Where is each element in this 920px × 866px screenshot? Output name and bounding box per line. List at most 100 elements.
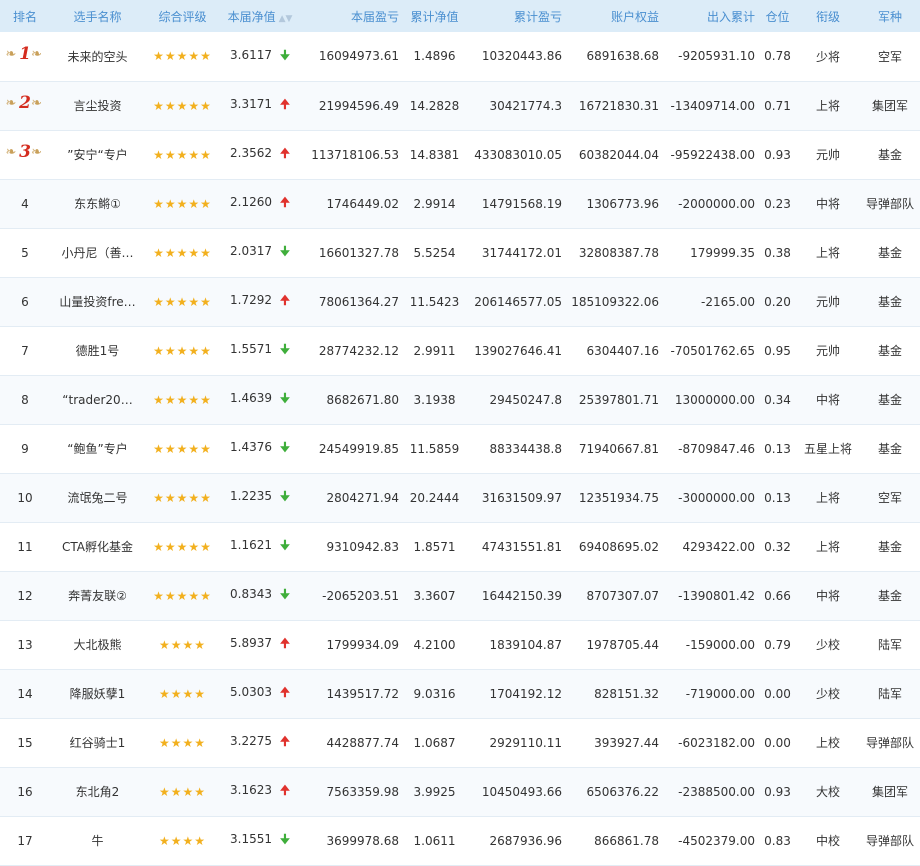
player-name[interactable]: “鲍鱼”专户 bbox=[50, 424, 145, 473]
player-name[interactable]: 红谷骑士1 bbox=[50, 718, 145, 767]
position-cell: 0.38 bbox=[764, 245, 791, 260]
rating-stars: ★★★★★ bbox=[153, 49, 212, 64]
player-name[interactable]: 流氓兔二号 bbox=[50, 473, 145, 522]
table-row[interactable]: 13 大北极熊 ★★★★ 5.8937 🠉 1799934.09 4.2100 1839104… bbox=[0, 620, 920, 669]
inout-cell: -3000000.00 bbox=[678, 490, 755, 505]
equity-cell: 1978705.44 bbox=[586, 637, 659, 652]
rating-stars: ★★★★★ bbox=[153, 98, 212, 113]
header-cum-profit[interactable]: 累计盈亏 bbox=[466, 0, 566, 32]
header-profit[interactable]: 本届盈亏 bbox=[300, 0, 403, 32]
ranking-table: 排名 选手名称 综合评级 本届净值 ▲▼ 本届盈亏 累计净值 累计盈亏 账户权益 … bbox=[0, 0, 920, 866]
rating-stars: ★★★★★ bbox=[153, 539, 212, 554]
table-row[interactable]: 4 东东鳉① ★★★★★ 2.1260 🠉 1746449.02 2.9914 1479156… bbox=[0, 179, 920, 228]
table-row[interactable]: ❧ 3 ❧ ”安宁“专户 ★★★★★ 2.3562 🠉 113718106.53 14.8381… bbox=[0, 130, 920, 179]
army-cell: 基金 bbox=[877, 442, 902, 456]
nav-value: 5.8937 bbox=[230, 636, 273, 650]
player-name[interactable]: 德胜1号 bbox=[50, 326, 145, 375]
table-row[interactable]: 8 “trader20… ★★★★★ 1.4639 🠋 8682671.80 3.1938 2… bbox=[0, 375, 920, 424]
nav-cell: 3.6117 🠋 bbox=[220, 32, 300, 81]
player-name[interactable]: 降服妖孽1 bbox=[50, 669, 145, 718]
player-name[interactable]: 东东鳉① bbox=[50, 179, 145, 228]
header-position[interactable]: 仓位 bbox=[759, 0, 796, 32]
player-name[interactable]: 山量投资fre… bbox=[50, 277, 145, 326]
title-cell: 中将 bbox=[815, 589, 840, 603]
player-name[interactable]: 牛 bbox=[50, 816, 145, 865]
position-cell: 0.66 bbox=[764, 588, 791, 603]
army-cell: 导弹部队 bbox=[865, 834, 914, 848]
header-title[interactable]: 衔级 bbox=[796, 0, 860, 32]
title-cell: 大校 bbox=[815, 785, 840, 799]
player-name[interactable]: “trader20… bbox=[50, 375, 145, 424]
cum-nav-cell: 2.9911 bbox=[413, 343, 456, 358]
nav-value: 3.6117 bbox=[230, 47, 273, 62]
inout-cell: -4502379.00 bbox=[678, 833, 755, 848]
inout-cell: -13409714.00 bbox=[670, 98, 756, 113]
header-rating[interactable]: 综合评级 bbox=[145, 0, 220, 32]
equity-cell: 16721830.31 bbox=[578, 98, 659, 113]
nav-value: 1.7292 bbox=[230, 293, 273, 307]
cum-nav-cell: 1.4896 bbox=[413, 49, 456, 64]
cum-nav-cell: 3.3607 bbox=[413, 588, 456, 603]
header-rank[interactable]: 排名 bbox=[0, 0, 50, 32]
medal-icon: ❧ 1 ❧ bbox=[4, 43, 46, 67]
title-cell: 上将 bbox=[815, 99, 840, 113]
header-equity[interactable]: 账户权益 bbox=[566, 0, 663, 32]
table-row[interactable]: 17 牛 ★★★★ 3.1551 🠋 3699978.68 1.0611 2687936.96… bbox=[0, 816, 920, 865]
header-nav[interactable]: 本届净值 ▲▼ bbox=[220, 0, 300, 32]
table-row[interactable]: 5 小丹尼（善… ★★★★★ 2.0317 🠋 16601327.78 5.5254 3174… bbox=[0, 228, 920, 277]
table-row[interactable]: 16 东北角2 ★★★★ 3.1623 🠉 7563359.98 3.9925 1045049… bbox=[0, 767, 920, 816]
inout-cell: 179999.35 bbox=[690, 245, 755, 260]
player-name[interactable]: 东北角2 bbox=[50, 767, 145, 816]
cum-profit-cell: 10450493.66 bbox=[481, 784, 562, 799]
title-cell: 元帅 bbox=[815, 148, 840, 162]
header-army[interactable]: 军种 bbox=[860, 0, 920, 32]
nav-value: 5.0303 bbox=[230, 685, 273, 699]
title-cell: 上将 bbox=[815, 491, 840, 505]
player-name[interactable]: CTA孵化基金 bbox=[50, 522, 145, 571]
rating-stars: ★★★★★ bbox=[153, 392, 212, 407]
title-cell: 中校 bbox=[815, 834, 840, 848]
table-row[interactable]: 9 “鲍鱼”专户 ★★★★★ 1.4376 🠋 24549919.85 11.5859 883… bbox=[0, 424, 920, 473]
rating-stars: ★★★★★ bbox=[153, 490, 212, 505]
player-name[interactable]: ”安宁“专户 bbox=[50, 130, 145, 179]
army-cell: 基金 bbox=[877, 344, 902, 358]
rating-stars: ★★★★ bbox=[158, 735, 207, 750]
cum-profit-cell: 16442150.39 bbox=[481, 588, 562, 603]
table-row[interactable]: ❧ 1 ❧ 未来的空头 ★★★★★ 3.6117 🠋 16094973.61 1.4896 103… bbox=[0, 32, 920, 81]
table-row[interactable]: 12 奔菁友联② ★★★★★ 0.8343 🠋 -2065203.51 3.3607 1644… bbox=[0, 571, 920, 620]
equity-cell: 32808387.78 bbox=[578, 245, 659, 260]
nav-cell: 5.8937 🠉 bbox=[220, 620, 300, 669]
header-inout[interactable]: 出入累计 bbox=[663, 0, 759, 32]
table-row[interactable]: 10 流氓兔二号 ★★★★★ 1.2235 🠋 2804271.94 20.2444 3163… bbox=[0, 473, 920, 522]
nav-cell: 2.3562 🠉 bbox=[220, 130, 300, 179]
profit-cell: 1439517.72 bbox=[326, 686, 399, 701]
profit-cell: 16094973.61 bbox=[318, 49, 399, 64]
equity-cell: 71940667.81 bbox=[578, 441, 659, 456]
table-row[interactable]: 15 红谷骑士1 ★★★★ 3.2275 🠉 4428877.74 1.0687 292911… bbox=[0, 718, 920, 767]
right-wing-icon: ❧ bbox=[31, 145, 42, 160]
left-wing-icon: ❧ bbox=[5, 96, 17, 111]
table-row[interactable]: ❧ 2 ❧ 言尘投资 ★★★★★ 3.3171 🠉 21994596.49 14.2828 304… bbox=[0, 81, 920, 130]
rating-stars: ★★★★ bbox=[158, 637, 207, 652]
cum-nav-cell: 11.5859 bbox=[409, 441, 460, 456]
position-cell: 0.95 bbox=[764, 343, 791, 358]
nav-cell: 2.1260 🠉 bbox=[220, 179, 300, 228]
player-name[interactable]: 未来的空头 bbox=[50, 32, 145, 81]
player-name[interactable]: 言尘投资 bbox=[50, 81, 145, 130]
arrow-up-icon: 🠉 bbox=[280, 293, 290, 307]
table-row[interactable]: 6 山量投资fre… ★★★★★ 1.7292 🠉 78061364.27 11.5423 2… bbox=[0, 277, 920, 326]
arrow-up-icon: 🠉 bbox=[280, 636, 290, 650]
player-name[interactable]: 大北极熊 bbox=[50, 620, 145, 669]
arrow-up-icon: 🠉 bbox=[280, 195, 290, 209]
equity-cell: 6506376.22 bbox=[586, 784, 659, 799]
table-row[interactable]: 7 德胜1号 ★★★★★ 1.5571 🠋 28774232.12 2.9911 139027… bbox=[0, 326, 920, 375]
profit-cell: 3699978.68 bbox=[326, 833, 399, 848]
cum-profit-cell: 88334438.8 bbox=[489, 441, 562, 456]
player-name[interactable]: 奔菁友联② bbox=[50, 571, 145, 620]
table-row[interactable]: 14 降服妖孽1 ★★★★ 5.0303 🠉 1439517.72 9.0316 170419… bbox=[0, 669, 920, 718]
player-name[interactable]: 小丹尼（善… bbox=[50, 228, 145, 277]
rating-stars: ★★★★★ bbox=[153, 441, 212, 456]
header-cum-nav[interactable]: 累计净值 bbox=[403, 0, 466, 32]
header-name[interactable]: 选手名称 bbox=[50, 0, 145, 32]
table-row[interactable]: 11 CTA孵化基金 ★★★★★ 1.1621 🠋 9310942.83 1.8571 474… bbox=[0, 522, 920, 571]
